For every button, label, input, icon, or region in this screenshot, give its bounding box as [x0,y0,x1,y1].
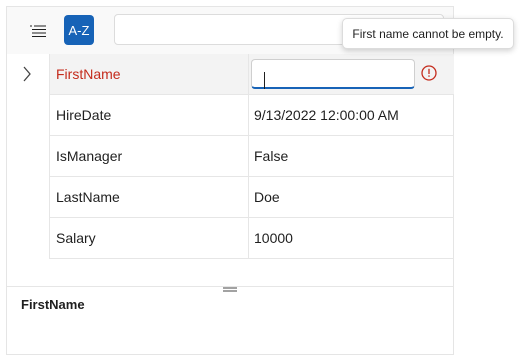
chevron-right-icon[interactable] [17,62,37,86]
error-icon [421,65,437,81]
validation-tooltip: First name cannot be empty. [342,18,514,49]
property-value[interactable]: 9/13/2022 12:00:00 AM [249,95,454,135]
property-value[interactable]: False [249,136,454,176]
sort-label: A-Z [68,22,90,38]
sort-alphabetical-button[interactable]: A-Z [64,15,94,45]
property-value[interactable]: 10000 [249,218,454,258]
grip-handle-icon[interactable] [223,287,237,292]
property-row-firstname[interactable]: FirstName [49,54,454,95]
text-caret [264,72,265,89]
list-icon [30,25,46,37]
property-name: LastName [49,177,249,217]
tooltip-text: First name cannot be empty. [352,26,504,41]
property-row-salary[interactable]: Salary 10000 [49,218,454,259]
property-row-lastname[interactable]: LastName Doe [49,177,454,218]
property-name: HireDate [49,95,249,135]
property-grid: FirstName HireDate 9/13/2022 12:00:00 AM… [49,54,454,259]
property-name: Salary [49,218,249,258]
firstname-edit-field[interactable] [251,59,415,89]
property-row-hiredate[interactable]: HireDate 9/13/2022 12:00:00 AM [49,95,454,136]
property-value[interactable]: Doe [249,177,454,217]
property-name: IsManager [49,136,249,176]
property-name: FirstName [49,54,249,94]
categorize-button[interactable] [23,17,53,45]
property-row-ismanager[interactable]: IsManager False [49,136,454,177]
property-value-cell [249,54,454,94]
description-title: FirstName [21,297,85,312]
